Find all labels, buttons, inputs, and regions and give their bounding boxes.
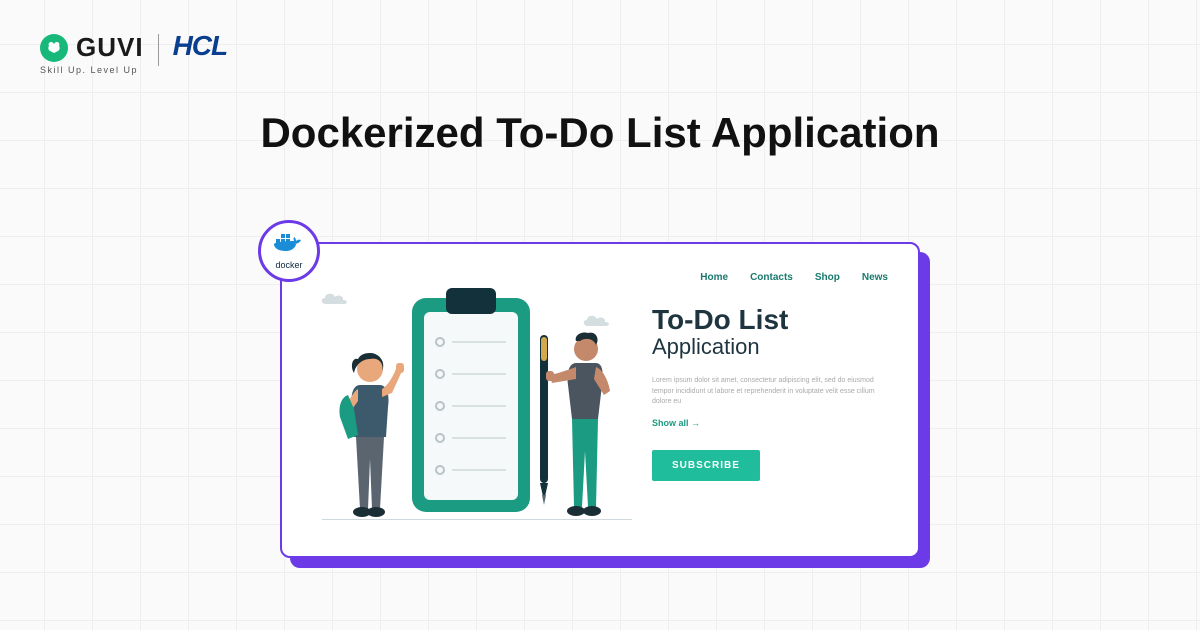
cloud-icon — [318, 290, 358, 313]
hero-content: Home Contacts Shop News To-Do List Appli… — [652, 272, 888, 528]
hero-description: Lorem ipsum dolor sit amet, consectetur … — [652, 376, 888, 408]
docker-label: docker — [275, 260, 302, 270]
hero-card-wrap: docker — [280, 242, 920, 558]
clipboard-icon — [406, 284, 536, 518]
nav-contacts[interactable]: Contacts — [750, 272, 793, 283]
hero-heading-line1: To-Do List — [652, 305, 888, 334]
nav-shop[interactable]: Shop — [815, 272, 840, 283]
hcl-wordmark: HCL — [173, 30, 228, 62]
docker-whale-icon — [272, 232, 306, 259]
guvi-tagline: Skill Up. Level Up — [40, 65, 144, 75]
hero-heading: To-Do List Application — [652, 305, 888, 360]
guvi-icon — [40, 34, 68, 62]
show-all-link[interactable]: Show all → — [652, 418, 888, 428]
hero-nav: Home Contacts Shop News — [652, 272, 888, 283]
page-title: Dockerized To-Do List Application — [200, 108, 1000, 158]
hero-heading-line2: Application — [652, 334, 888, 360]
nav-news[interactable]: News — [862, 272, 888, 283]
guvi-logo-main: GUVI — [40, 32, 144, 63]
docker-badge: docker — [258, 220, 320, 282]
nav-home[interactable]: Home — [700, 272, 728, 283]
subscribe-button[interactable]: SUBSCRIBE — [652, 450, 760, 481]
hero-card: docker — [280, 242, 920, 558]
logo-row: GUVI Skill Up. Level Up HCL — [40, 32, 227, 75]
guvi-logo: GUVI Skill Up. Level Up — [40, 32, 144, 75]
person-with-pen-icon — [532, 327, 622, 522]
illustration — [312, 272, 632, 528]
person-waving-icon — [330, 349, 404, 522]
guvi-wordmark: GUVI — [76, 32, 144, 63]
logo-separator — [158, 34, 159, 66]
